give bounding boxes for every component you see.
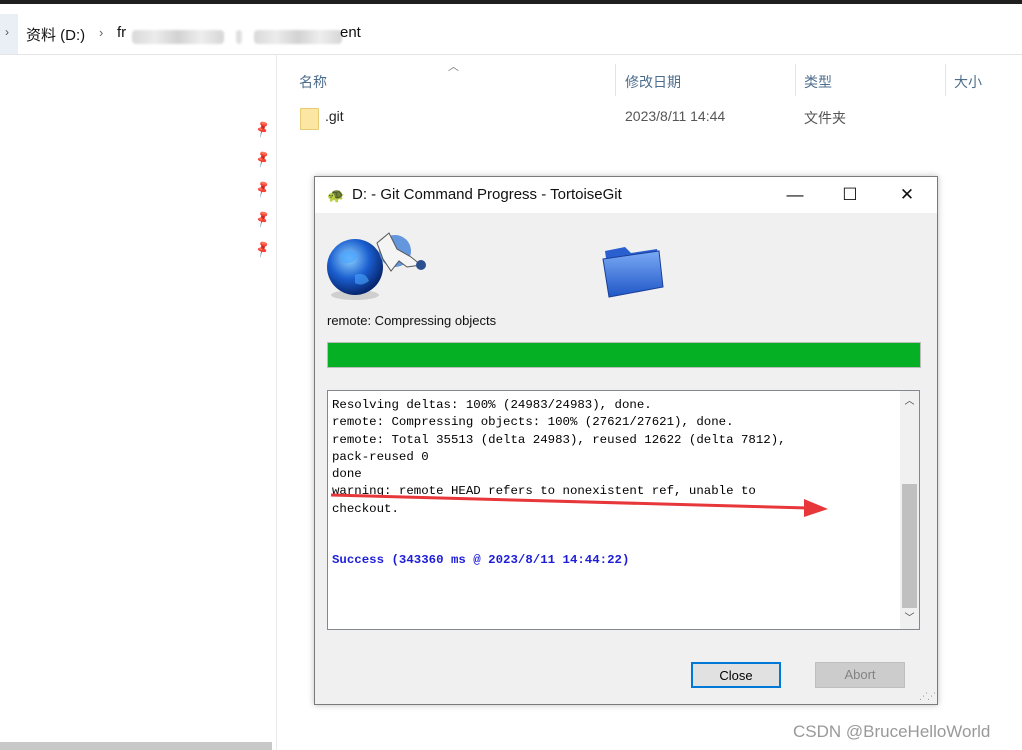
window-top-strip bbox=[0, 0, 1022, 4]
abort-button[interactable]: Abort bbox=[815, 662, 905, 688]
destination-folder-icon bbox=[602, 247, 664, 298]
log-line: pack-reused 0 bbox=[332, 449, 429, 464]
log-line: checkout. bbox=[332, 501, 399, 516]
file-type: 文件夹 bbox=[804, 110, 846, 126]
column-divider[interactable] bbox=[945, 64, 946, 96]
maximize-button[interactable]: ☐ bbox=[830, 181, 870, 209]
resize-grip-icon[interactable]: ⋰⋰ bbox=[919, 691, 936, 702]
column-divider[interactable] bbox=[795, 64, 796, 96]
close-button[interactable]: Close bbox=[691, 662, 781, 688]
log-line: Resolving deltas: 100% (24983/24983), do… bbox=[332, 398, 652, 412]
tortoisegit-icon: 🐢 bbox=[327, 187, 345, 203]
breadcrumb-folder-suffix[interactable]: ent bbox=[340, 24, 361, 41]
address-bar[interactable]: › 资料 (D:) › fr ent bbox=[0, 14, 1022, 55]
column-header-date[interactable]: 修改日期 bbox=[625, 72, 681, 92]
dialog-title: D: - Git Command Progress - TortoiseGit bbox=[352, 186, 622, 203]
navigation-pane[interactable] bbox=[0, 55, 277, 750]
log-line: remote: Total 35513 (delta 24983), reuse… bbox=[332, 432, 786, 447]
breadcrumb-folder-prefix[interactable]: fr bbox=[117, 24, 126, 41]
fetch-animation-icon bbox=[327, 232, 426, 300]
log-text[interactable]: Resolving deltas: 100% (24983/24983), do… bbox=[332, 397, 898, 569]
file-date: 2023/8/11 14:44 bbox=[625, 108, 726, 124]
log-line: warning: remote HEAD refers to nonexiste… bbox=[332, 484, 756, 499]
log-line: remote: Compressing objects: 100% (27621… bbox=[332, 415, 734, 430]
scrollbar-thumb[interactable] bbox=[902, 484, 917, 608]
redacted-text bbox=[132, 30, 224, 44]
folder-icon bbox=[300, 108, 319, 130]
progress-status-text: remote: Compressing objects bbox=[327, 313, 497, 328]
scroll-down-icon[interactable]: ﹀ bbox=[900, 610, 919, 627]
watermark: CSDN @BruceHelloWorld bbox=[793, 722, 991, 741]
column-divider[interactable] bbox=[615, 64, 616, 96]
output-log-scrollbar[interactable]: ︿ ﹀ bbox=[900, 391, 919, 629]
sort-ascending-icon: ︿ bbox=[448, 61, 459, 73]
file-name[interactable]: .git bbox=[325, 108, 344, 124]
breadcrumb-separator-icon: › bbox=[99, 25, 104, 40]
breadcrumb-drive[interactable]: 资料 (D:) bbox=[26, 24, 85, 45]
scroll-up-icon[interactable]: ︿ bbox=[900, 393, 919, 410]
redacted-text bbox=[254, 30, 342, 44]
dialog-titlebar[interactable]: 🐢 D: - Git Command Progress - TortoiseGi… bbox=[315, 177, 937, 213]
log-line: done bbox=[332, 467, 362, 482]
address-bar-expand[interactable]: › bbox=[0, 14, 18, 54]
column-header-name[interactable]: 名称 bbox=[299, 72, 327, 92]
progress-bar bbox=[327, 342, 921, 368]
column-header-type[interactable]: 类型 bbox=[804, 72, 832, 92]
success-line: Success (343360 ms @ 2023/8/11 14:44:22) bbox=[332, 553, 630, 568]
close-icon[interactable]: ✕ bbox=[887, 181, 927, 209]
navigation-pane-scrollbar[interactable] bbox=[0, 742, 272, 750]
chevron-right-icon: › bbox=[5, 25, 9, 39]
progress-bar-fill bbox=[328, 343, 920, 367]
column-header-size[interactable]: 大小 bbox=[954, 72, 982, 92]
git-progress-dialog[interactable]: 🐢 D: - Git Command Progress - TortoiseGi… bbox=[314, 176, 938, 705]
output-log[interactable]: Resolving deltas: 100% (24983/24983), do… bbox=[327, 390, 920, 630]
redacted-text bbox=[236, 30, 242, 44]
minimize-button[interactable]: — bbox=[775, 181, 815, 209]
